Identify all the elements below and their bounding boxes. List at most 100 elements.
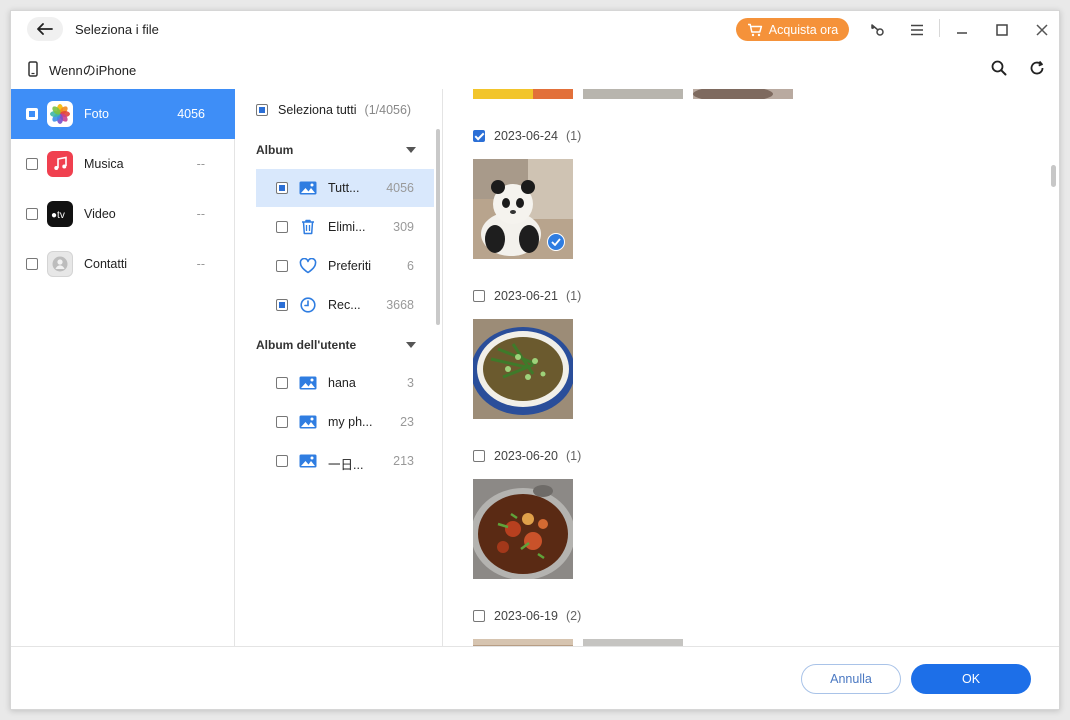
category-label: Video bbox=[84, 207, 116, 221]
date-group-checkbox[interactable] bbox=[473, 450, 485, 462]
user-album-section-header: Album dell'utente bbox=[256, 338, 416, 352]
caret-down-icon[interactable] bbox=[406, 147, 416, 153]
menu-button[interactable] bbox=[906, 19, 928, 41]
date-group-header[interactable]: 2023-06-20 (1) bbox=[473, 449, 581, 463]
cart-icon bbox=[747, 23, 762, 36]
category-music[interactable]: Musica -- bbox=[11, 139, 235, 189]
album-item[interactable]: Preferiti 6 bbox=[256, 247, 434, 285]
album-name: my ph... bbox=[328, 415, 373, 429]
date-group-header[interactable]: 2023-06-19 (2) bbox=[473, 609, 581, 623]
refresh-button[interactable] bbox=[1026, 57, 1048, 79]
category-count: 4056 bbox=[177, 107, 205, 121]
category-label: Contatti bbox=[84, 257, 128, 271]
clock-icon bbox=[298, 295, 318, 315]
date-label: 2023-06-20 bbox=[494, 449, 558, 463]
cancel-button[interactable]: Annulla bbox=[801, 664, 901, 694]
date-label: 2023-06-19 bbox=[494, 609, 558, 623]
category-checkbox[interactable] bbox=[26, 258, 38, 270]
album-name: hana bbox=[328, 376, 356, 390]
album-name: Rec... bbox=[328, 298, 361, 312]
user-album-section-title: Album dell'utente bbox=[256, 338, 357, 352]
date-group-header[interactable]: 2023-06-24 (1) bbox=[473, 129, 581, 143]
album-count: 3 bbox=[407, 376, 414, 390]
album-checkbox[interactable] bbox=[276, 221, 288, 233]
album-item[interactable]: Tutt... 4056 bbox=[256, 169, 434, 207]
search-button[interactable] bbox=[988, 57, 1010, 79]
close-icon bbox=[1036, 24, 1048, 36]
category-checkbox[interactable] bbox=[26, 158, 38, 170]
photo-thumbnail[interactable] bbox=[693, 89, 793, 99]
album-count: 6 bbox=[407, 259, 414, 273]
album-item[interactable]: Rec... 3668 bbox=[256, 286, 434, 324]
album-section-header: Album bbox=[256, 143, 416, 157]
photo-thumbnail[interactable] bbox=[583, 89, 683, 99]
buy-now-button[interactable]: Acquista ora bbox=[736, 18, 849, 41]
user-album-item[interactable]: hana 3 bbox=[256, 364, 434, 402]
caret-down-icon[interactable] bbox=[406, 342, 416, 348]
trash-icon bbox=[298, 217, 318, 237]
tv-app-icon: ●tv bbox=[47, 201, 73, 227]
photo-thumbnail-soup[interactable] bbox=[473, 319, 573, 419]
phone-icon bbox=[28, 61, 38, 77]
back-button[interactable] bbox=[27, 17, 63, 41]
maximize-button[interactable] bbox=[991, 19, 1013, 41]
key-button[interactable] bbox=[866, 19, 888, 41]
image-album-icon bbox=[298, 451, 318, 471]
minimize-button[interactable] bbox=[951, 19, 973, 41]
photo-thumbnail-hotpot[interactable] bbox=[473, 479, 573, 579]
checkmark-icon bbox=[547, 233, 565, 251]
photo-thumbnail[interactable] bbox=[583, 639, 683, 646]
album-count: 4056 bbox=[386, 181, 414, 195]
album-count: 213 bbox=[393, 454, 414, 468]
category-checkbox[interactable] bbox=[26, 208, 38, 220]
select-all-count: (1/4056) bbox=[364, 103, 412, 117]
minimize-icon bbox=[957, 32, 967, 34]
album-name: Preferiti bbox=[328, 259, 372, 273]
category-panel: Foto 4056 Musica -- ●tv Video -- Contatt… bbox=[11, 89, 235, 646]
category-photos[interactable]: Foto 4056 bbox=[11, 89, 235, 139]
search-icon bbox=[991, 60, 1007, 76]
album-checkbox[interactable] bbox=[276, 260, 288, 272]
photo-thumbnail[interactable] bbox=[473, 89, 573, 99]
album-checkbox[interactable] bbox=[276, 377, 288, 389]
refresh-icon bbox=[1030, 60, 1044, 75]
category-checkbox[interactable] bbox=[26, 108, 38, 120]
photo-thumbnail-panda[interactable] bbox=[473, 159, 573, 259]
select-all-row[interactable]: Seleziona tutti (1/4056) bbox=[256, 103, 411, 117]
dialog-footer: Annulla OK bbox=[11, 646, 1059, 709]
ok-button[interactable]: OK bbox=[911, 664, 1031, 694]
album-checkbox[interactable] bbox=[276, 416, 288, 428]
date-count: (1) bbox=[565, 449, 582, 463]
photos-app-icon bbox=[47, 101, 73, 127]
key-icon bbox=[871, 24, 884, 36]
user-album-item[interactable]: my ph... 23 bbox=[256, 403, 434, 441]
date-group-checkbox[interactable] bbox=[473, 610, 485, 622]
album-panel: Seleziona tutti (1/4056) Album Tutt... 4… bbox=[236, 89, 443, 646]
user-album-item[interactable]: 一日... 213 bbox=[256, 442, 434, 480]
select-all-checkbox[interactable] bbox=[256, 104, 268, 116]
album-scrollbar[interactable] bbox=[436, 129, 440, 325]
album-checkbox[interactable] bbox=[276, 299, 288, 311]
photo-scrollbar[interactable] bbox=[1051, 165, 1056, 187]
date-group-checkbox[interactable] bbox=[473, 290, 485, 302]
photo-thumbnail[interactable] bbox=[473, 639, 573, 646]
image-album-icon bbox=[298, 412, 318, 432]
date-label: 2023-06-24 bbox=[494, 129, 558, 143]
title-separator bbox=[939, 19, 940, 37]
album-item[interactable]: Elimi... 309 bbox=[256, 208, 434, 246]
music-app-icon bbox=[47, 151, 73, 177]
date-group-checkbox[interactable] bbox=[473, 130, 485, 142]
date-count: (1) bbox=[565, 289, 582, 303]
album-name: Tutt... bbox=[328, 181, 360, 195]
category-video[interactable]: ●tv Video -- bbox=[11, 189, 235, 239]
album-checkbox[interactable] bbox=[276, 455, 288, 467]
close-button[interactable] bbox=[1031, 19, 1053, 41]
date-group-header[interactable]: 2023-06-21 (1) bbox=[473, 289, 581, 303]
album-checkbox[interactable] bbox=[276, 182, 288, 194]
date-count: (1) bbox=[565, 129, 582, 143]
date-label: 2023-06-21 bbox=[494, 289, 558, 303]
category-label: Foto bbox=[84, 107, 110, 121]
category-contacts[interactable]: Contatti -- bbox=[11, 239, 235, 289]
category-label: Musica bbox=[84, 157, 124, 171]
category-count: -- bbox=[196, 257, 205, 271]
